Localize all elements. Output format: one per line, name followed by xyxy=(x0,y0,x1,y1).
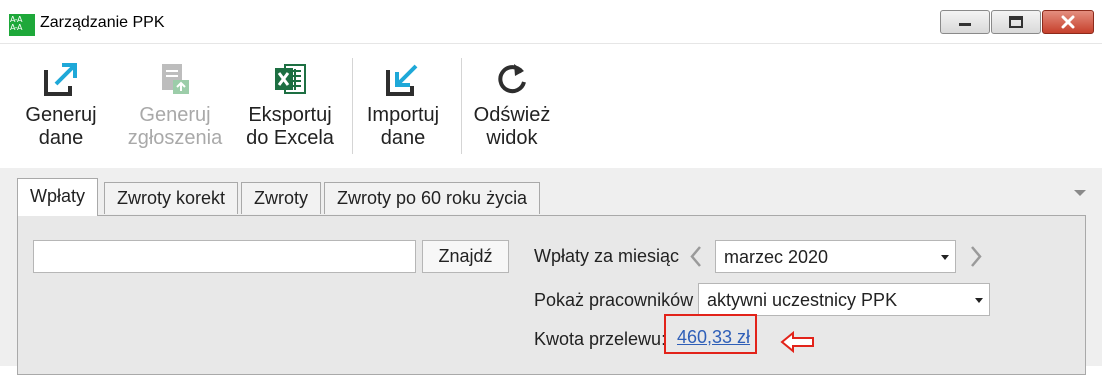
month-select-value: marzec 2020 xyxy=(724,247,829,267)
excel-icon xyxy=(275,64,306,94)
generate-data-label-2: dane xyxy=(38,127,84,149)
import-data-label-1: Importuj xyxy=(366,104,440,126)
close-icon xyxy=(1061,15,1075,29)
tab-wplaty[interactable]: Wpłaty xyxy=(17,178,99,216)
minimize-icon xyxy=(959,23,971,26)
window-controls xyxy=(939,10,1094,34)
generate-data-label-1: Generuj xyxy=(25,104,97,126)
ribbon-separator xyxy=(461,58,462,154)
tab-zwroty-po-60[interactable]: Zwroty po 60 roku życia xyxy=(324,182,541,214)
chevron-down-icon xyxy=(975,298,983,303)
employees-label: Pokaż pracowników xyxy=(534,290,694,310)
export-icon xyxy=(44,63,77,96)
refresh-icon xyxy=(498,64,526,94)
import-data-button[interactable]: Importuj dane xyxy=(360,60,446,150)
document-upload-icon xyxy=(162,64,189,94)
window-title: Zarządzanie PPK xyxy=(40,14,165,31)
annotation-arrow-icon xyxy=(780,330,814,354)
tabs-dropdown-icon[interactable] xyxy=(1074,190,1086,196)
generate-registrations-button[interactable]: Generuj zgłoszenia xyxy=(125,60,225,150)
export-excel-button[interactable]: Eksportuj do Excela xyxy=(243,60,337,150)
tab-zwroty[interactable]: Zwroty xyxy=(241,182,321,214)
refresh-view-label-2: widok xyxy=(486,127,538,149)
close-button[interactable] xyxy=(1042,10,1094,34)
search-input[interactable] xyxy=(33,240,416,273)
maximize-button[interactable] xyxy=(991,10,1041,34)
title-bar: A-A A-A Zarządzanie PPK xyxy=(0,0,1102,44)
export-excel-label-1: Eksportuj xyxy=(248,104,332,126)
minimize-button[interactable] xyxy=(940,10,990,34)
refresh-view-button[interactable]: Odśwież widok xyxy=(470,60,554,150)
tab-area: Wpłaty Zwroty korekt Zwroty Zwroty po 60… xyxy=(0,168,1102,375)
generate-registrations-label-1: Generuj xyxy=(139,104,211,126)
ribbon-toolbar: Generuj dane Generuj zgłoszenia Eksportu… xyxy=(0,44,1102,168)
generate-data-button[interactable]: Generuj dane xyxy=(20,60,102,150)
chevron-down-icon xyxy=(941,255,949,260)
generate-registrations-label-2: zgłoszenia xyxy=(127,127,223,149)
import-data-label-2: dane xyxy=(380,127,426,149)
employees-select[interactable]: aktywni uczestnicy PPK xyxy=(698,283,990,316)
transfer-amount-link[interactable]: 460,33 zł xyxy=(677,327,750,348)
tab-zwroty-korekt[interactable]: Zwroty korekt xyxy=(104,182,239,214)
export-excel-label-2: do Excela xyxy=(246,127,334,149)
month-label: Wpłaty za miesiąc xyxy=(534,246,680,266)
import-icon xyxy=(386,64,418,96)
month-select[interactable]: marzec 2020 xyxy=(715,240,956,273)
transfer-amount-label: Kwota przelewu: xyxy=(534,329,667,349)
refresh-view-label-1: Odśwież xyxy=(473,104,551,126)
ribbon-separator xyxy=(352,58,353,154)
next-month-icon[interactable] xyxy=(966,240,986,273)
previous-month-icon[interactable] xyxy=(686,240,706,273)
maximize-icon xyxy=(1009,16,1023,28)
app-logo-icon: A-A A-A xyxy=(9,14,35,36)
find-button[interactable]: Znajdź xyxy=(422,240,509,273)
tab-panel-wplaty: Znajdź Wpłaty za miesiąc marzec 2020 Pok… xyxy=(17,215,1086,375)
employees-select-value: aktywni uczestnicy PPK xyxy=(707,290,898,310)
